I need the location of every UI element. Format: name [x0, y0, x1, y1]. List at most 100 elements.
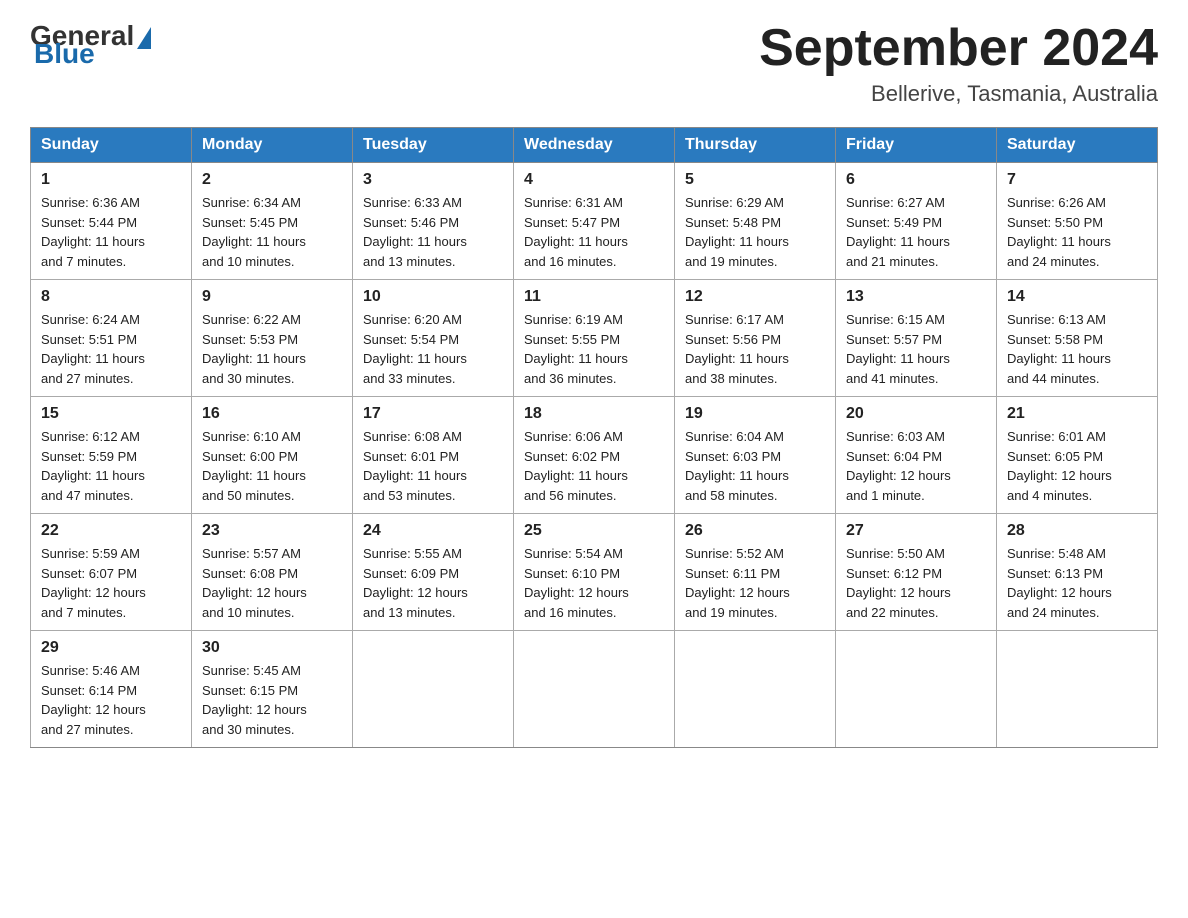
- day-info: Sunrise: 5:55 AMSunset: 6:09 PMDaylight:…: [363, 544, 503, 622]
- day-number: 24: [363, 522, 503, 540]
- day-number: 16: [202, 405, 342, 423]
- logo: General Blue: [30, 20, 151, 70]
- day-info: Sunrise: 5:45 AMSunset: 6:15 PMDaylight:…: [202, 661, 342, 739]
- table-row: 20 Sunrise: 6:03 AMSunset: 6:04 PMDayligh…: [836, 397, 997, 514]
- day-info: Sunrise: 6:17 AMSunset: 5:56 PMDaylight:…: [685, 310, 825, 388]
- day-info: Sunrise: 6:29 AMSunset: 5:48 PMDaylight:…: [685, 193, 825, 271]
- day-number: 11: [524, 288, 664, 306]
- day-number: 30: [202, 639, 342, 657]
- table-row: [353, 631, 514, 748]
- day-info: Sunrise: 6:36 AMSunset: 5:44 PMDaylight:…: [41, 193, 181, 271]
- day-info: Sunrise: 6:03 AMSunset: 6:04 PMDaylight:…: [846, 427, 986, 505]
- table-row: 16 Sunrise: 6:10 AMSunset: 6:00 PMDayligh…: [192, 397, 353, 514]
- table-row: 27 Sunrise: 5:50 AMSunset: 6:12 PMDayligh…: [836, 514, 997, 631]
- col-friday: Friday: [836, 128, 997, 163]
- day-info: Sunrise: 5:48 AMSunset: 6:13 PMDaylight:…: [1007, 544, 1147, 622]
- day-info: Sunrise: 6:34 AMSunset: 5:45 PMDaylight:…: [202, 193, 342, 271]
- day-info: Sunrise: 5:54 AMSunset: 6:10 PMDaylight:…: [524, 544, 664, 622]
- table-row: 14 Sunrise: 6:13 AMSunset: 5:58 PMDayligh…: [997, 280, 1158, 397]
- table-row: 2 Sunrise: 6:34 AMSunset: 5:45 PMDaylight…: [192, 163, 353, 280]
- day-info: Sunrise: 6:06 AMSunset: 6:02 PMDaylight:…: [524, 427, 664, 505]
- day-info: Sunrise: 6:08 AMSunset: 6:01 PMDaylight:…: [363, 427, 503, 505]
- day-number: 20: [846, 405, 986, 423]
- day-info: Sunrise: 6:22 AMSunset: 5:53 PMDaylight:…: [202, 310, 342, 388]
- day-info: Sunrise: 6:20 AMSunset: 5:54 PMDaylight:…: [363, 310, 503, 388]
- day-number: 28: [1007, 522, 1147, 540]
- table-row: 10 Sunrise: 6:20 AMSunset: 5:54 PMDayligh…: [353, 280, 514, 397]
- day-number: 17: [363, 405, 503, 423]
- logo-blue-text: Blue: [32, 38, 95, 70]
- title-block: September 2024 Bellerive, Tasmania, Aust…: [759, 20, 1158, 107]
- table-row: 26 Sunrise: 5:52 AMSunset: 6:11 PMDayligh…: [675, 514, 836, 631]
- col-thursday: Thursday: [675, 128, 836, 163]
- day-number: 19: [685, 405, 825, 423]
- table-row: 18 Sunrise: 6:06 AMSunset: 6:02 PMDayligh…: [514, 397, 675, 514]
- table-row: 30 Sunrise: 5:45 AMSunset: 6:15 PMDayligh…: [192, 631, 353, 748]
- day-number: 7: [1007, 171, 1147, 189]
- table-row: 24 Sunrise: 5:55 AMSunset: 6:09 PMDayligh…: [353, 514, 514, 631]
- table-row: 15 Sunrise: 6:12 AMSunset: 5:59 PMDayligh…: [31, 397, 192, 514]
- day-number: 27: [846, 522, 986, 540]
- day-info: Sunrise: 5:46 AMSunset: 6:14 PMDaylight:…: [41, 661, 181, 739]
- day-info: Sunrise: 6:04 AMSunset: 6:03 PMDaylight:…: [685, 427, 825, 505]
- logo-triangle-icon: [137, 27, 151, 49]
- day-info: Sunrise: 6:19 AMSunset: 5:55 PMDaylight:…: [524, 310, 664, 388]
- day-info: Sunrise: 6:26 AMSunset: 5:50 PMDaylight:…: [1007, 193, 1147, 271]
- calendar-week-4: 22 Sunrise: 5:59 AMSunset: 6:07 PMDayligh…: [31, 514, 1158, 631]
- day-number: 22: [41, 522, 181, 540]
- day-number: 15: [41, 405, 181, 423]
- day-info: Sunrise: 6:01 AMSunset: 6:05 PMDaylight:…: [1007, 427, 1147, 505]
- day-number: 23: [202, 522, 342, 540]
- table-row: 28 Sunrise: 5:48 AMSunset: 6:13 PMDayligh…: [997, 514, 1158, 631]
- col-wednesday: Wednesday: [514, 128, 675, 163]
- day-number: 21: [1007, 405, 1147, 423]
- day-info: Sunrise: 6:10 AMSunset: 6:00 PMDaylight:…: [202, 427, 342, 505]
- calendar-table: Sunday Monday Tuesday Wednesday Thursday…: [30, 127, 1158, 748]
- day-number: 3: [363, 171, 503, 189]
- day-info: Sunrise: 5:59 AMSunset: 6:07 PMDaylight:…: [41, 544, 181, 622]
- col-monday: Monday: [192, 128, 353, 163]
- table-row: 29Sunrise: 5:46 AMSunset: 6:14 PMDayligh…: [31, 631, 192, 748]
- table-row: [836, 631, 997, 748]
- table-row: 22 Sunrise: 5:59 AMSunset: 6:07 PMDayligh…: [31, 514, 192, 631]
- table-row: 23 Sunrise: 5:57 AMSunset: 6:08 PMDayligh…: [192, 514, 353, 631]
- table-row: 5 Sunrise: 6:29 AMSunset: 5:48 PMDaylight…: [675, 163, 836, 280]
- day-info: Sunrise: 6:24 AMSunset: 5:51 PMDaylight:…: [41, 310, 181, 388]
- month-title: September 2024: [759, 20, 1158, 77]
- day-info: Sunrise: 6:33 AMSunset: 5:46 PMDaylight:…: [363, 193, 503, 271]
- day-number: 10: [363, 288, 503, 306]
- day-number: 5: [685, 171, 825, 189]
- day-info: Sunrise: 6:31 AMSunset: 5:47 PMDaylight:…: [524, 193, 664, 271]
- table-row: 7 Sunrise: 6:26 AMSunset: 5:50 PMDaylight…: [997, 163, 1158, 280]
- calendar-week-5: 29Sunrise: 5:46 AMSunset: 6:14 PMDayligh…: [31, 631, 1158, 748]
- calendar-week-1: 1 Sunrise: 6:36 AMSunset: 5:44 PMDaylight…: [31, 163, 1158, 280]
- day-number: 6: [846, 171, 986, 189]
- table-row: 4 Sunrise: 6:31 AMSunset: 5:47 PMDaylight…: [514, 163, 675, 280]
- day-info: Sunrise: 6:15 AMSunset: 5:57 PMDaylight:…: [846, 310, 986, 388]
- calendar-week-2: 8 Sunrise: 6:24 AMSunset: 5:51 PMDaylight…: [31, 280, 1158, 397]
- day-info: Sunrise: 5:50 AMSunset: 6:12 PMDaylight:…: [846, 544, 986, 622]
- day-number: 18: [524, 405, 664, 423]
- table-row: 1 Sunrise: 6:36 AMSunset: 5:44 PMDaylight…: [31, 163, 192, 280]
- day-number: 14: [1007, 288, 1147, 306]
- day-number: 8: [41, 288, 181, 306]
- table-row: 9 Sunrise: 6:22 AMSunset: 5:53 PMDaylight…: [192, 280, 353, 397]
- table-row: 19 Sunrise: 6:04 AMSunset: 6:03 PMDayligh…: [675, 397, 836, 514]
- day-info: Sunrise: 6:13 AMSunset: 5:58 PMDaylight:…: [1007, 310, 1147, 388]
- page-header: General Blue September 2024 Bellerive, T…: [30, 20, 1158, 107]
- day-number: 4: [524, 171, 664, 189]
- day-info: Sunrise: 5:57 AMSunset: 6:08 PMDaylight:…: [202, 544, 342, 622]
- day-info: Sunrise: 6:27 AMSunset: 5:49 PMDaylight:…: [846, 193, 986, 271]
- col-sunday: Sunday: [31, 128, 192, 163]
- table-row: [675, 631, 836, 748]
- day-info: Sunrise: 6:12 AMSunset: 5:59 PMDaylight:…: [41, 427, 181, 505]
- calendar-header-row: Sunday Monday Tuesday Wednesday Thursday…: [31, 128, 1158, 163]
- day-number: 9: [202, 288, 342, 306]
- day-number: 1: [41, 171, 181, 189]
- day-number: 2: [202, 171, 342, 189]
- table-row: [514, 631, 675, 748]
- table-row: 3 Sunrise: 6:33 AMSunset: 5:46 PMDaylight…: [353, 163, 514, 280]
- day-info: Sunrise: 5:52 AMSunset: 6:11 PMDaylight:…: [685, 544, 825, 622]
- day-number: 26: [685, 522, 825, 540]
- table-row: 17 Sunrise: 6:08 AMSunset: 6:01 PMDayligh…: [353, 397, 514, 514]
